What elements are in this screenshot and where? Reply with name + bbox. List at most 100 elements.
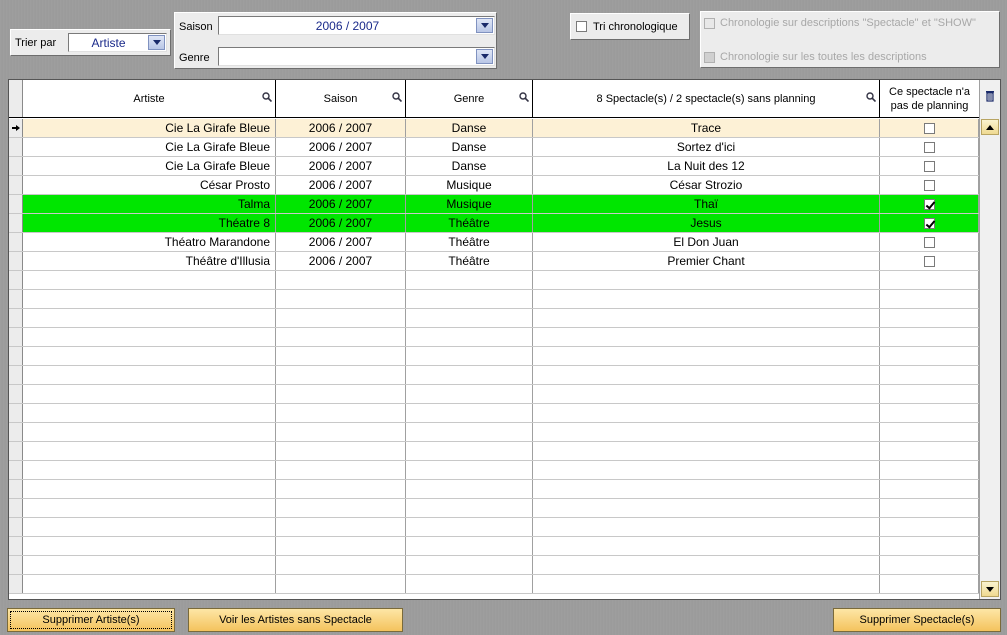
row-selector[interactable]	[9, 366, 23, 384]
cell-no-planning[interactable]	[880, 499, 979, 517]
cell-spectacle[interactable]: César Strozio	[533, 176, 880, 194]
cell-spectacle[interactable]	[533, 309, 880, 327]
cell-spectacle[interactable]	[533, 442, 880, 460]
table-row[interactable]	[9, 290, 979, 309]
cell-genre[interactable]: Théâtre	[406, 214, 533, 232]
cell-no-planning[interactable]	[880, 423, 979, 441]
cell-genre[interactable]	[406, 347, 533, 365]
cell-genre[interactable]: Danse	[406, 119, 533, 137]
cell-artiste[interactable]: Théatre 8	[23, 214, 276, 232]
table-row[interactable]	[9, 366, 979, 385]
cell-no-planning[interactable]	[880, 575, 979, 593]
cell-saison[interactable]	[276, 480, 406, 498]
row-selector[interactable]	[9, 233, 23, 251]
cell-genre[interactable]	[406, 366, 533, 384]
cell-spectacle[interactable]: El Don Juan	[533, 233, 880, 251]
cell-no-planning[interactable]	[880, 214, 979, 232]
row-selector[interactable]	[9, 271, 23, 289]
cell-artiste[interactable]: Théâtre d'Illusia	[23, 252, 276, 270]
table-row[interactable]	[9, 404, 979, 423]
cell-saison[interactable]: 2006 / 2007	[276, 195, 406, 213]
column-header-no-planning[interactable]: Ce spectacle n'a pas de planning	[880, 80, 979, 117]
cell-spectacle[interactable]: La Nuit des 12	[533, 157, 880, 175]
cell-no-planning[interactable]	[880, 537, 979, 555]
cell-spectacle[interactable]: Premier Chant	[533, 252, 880, 270]
table-row[interactable]	[9, 575, 979, 594]
cell-saison[interactable]	[276, 556, 406, 574]
cell-genre[interactable]	[406, 537, 533, 555]
table-row[interactable]	[9, 461, 979, 480]
cell-saison[interactable]	[276, 461, 406, 479]
cell-saison[interactable]: 2006 / 2007	[276, 157, 406, 175]
row-selector[interactable]	[9, 157, 23, 175]
cell-no-planning[interactable]	[880, 556, 979, 574]
magnifier-icon[interactable]	[519, 92, 529, 102]
scroll-up-button[interactable]	[981, 119, 999, 135]
cell-artiste[interactable]	[23, 347, 276, 365]
cell-spectacle[interactable]	[533, 575, 880, 593]
cell-saison[interactable]	[276, 309, 406, 327]
cell-no-planning[interactable]	[880, 119, 979, 137]
table-row[interactable]	[9, 271, 979, 290]
no-planning-checkbox[interactable]	[923, 217, 935, 229]
cell-saison[interactable]	[276, 271, 406, 289]
cell-no-planning[interactable]	[880, 176, 979, 194]
magnifier-icon[interactable]	[866, 92, 876, 102]
cell-saison[interactable]: 2006 / 2007	[276, 176, 406, 194]
cell-spectacle[interactable]	[533, 404, 880, 422]
table-row[interactable]: Cie La Girafe Bleue 2006 / 2007 Danse La Nu…	[9, 157, 979, 176]
row-selector[interactable]	[9, 119, 23, 137]
row-selector[interactable]	[9, 138, 23, 156]
cell-saison[interactable]: 2006 / 2007	[276, 214, 406, 232]
delete-artist-button[interactable]: Supprimer Artiste(s)	[7, 608, 175, 632]
cell-genre[interactable]	[406, 328, 533, 346]
cell-genre[interactable]: Théâtre	[406, 252, 533, 270]
row-selector[interactable]	[9, 499, 23, 517]
cell-artiste[interactable]	[23, 366, 276, 384]
table-row[interactable]	[9, 499, 979, 518]
cell-saison[interactable]: 2006 / 2007	[276, 119, 406, 137]
cell-no-planning[interactable]	[880, 157, 979, 175]
table-row[interactable]	[9, 442, 979, 461]
row-selector[interactable]	[9, 442, 23, 460]
cell-saison[interactable]	[276, 290, 406, 308]
table-row[interactable]	[9, 423, 979, 442]
cell-artiste[interactable]	[23, 537, 276, 555]
no-planning-checkbox[interactable]	[923, 236, 935, 248]
cell-spectacle[interactable]: Sortez d'ici	[533, 138, 880, 156]
cell-spectacle[interactable]	[533, 556, 880, 574]
table-row[interactable]	[9, 537, 979, 556]
cell-no-planning[interactable]	[880, 442, 979, 460]
table-row[interactable]: César Prosto 2006 / 2007 Musique César Stro…	[9, 176, 979, 195]
cell-no-planning[interactable]	[880, 366, 979, 384]
no-planning-checkbox[interactable]	[923, 179, 935, 191]
cell-spectacle[interactable]: Jesus	[533, 214, 880, 232]
genre-combo[interactable]	[218, 47, 495, 66]
chevron-down-icon[interactable]	[476, 18, 493, 33]
cell-artiste[interactable]	[23, 480, 276, 498]
cell-genre[interactable]	[406, 442, 533, 460]
cell-genre[interactable]: Théâtre	[406, 233, 533, 251]
cell-genre[interactable]	[406, 309, 533, 327]
cell-no-planning[interactable]	[880, 328, 979, 346]
cell-artiste[interactable]	[23, 328, 276, 346]
cell-spectacle[interactable]	[533, 385, 880, 403]
table-row[interactable]	[9, 328, 979, 347]
cell-spectacle[interactable]	[533, 271, 880, 289]
cell-saison[interactable]	[276, 537, 406, 555]
column-header-artiste[interactable]: Artiste	[23, 80, 276, 117]
cell-spectacle[interactable]: Thaï	[533, 195, 880, 213]
cell-artiste[interactable]: Cie La Girafe Bleue	[23, 138, 276, 156]
cell-no-planning[interactable]	[880, 233, 979, 251]
row-selector[interactable]	[9, 537, 23, 555]
row-selector[interactable]	[9, 575, 23, 593]
row-selector[interactable]	[9, 176, 23, 194]
cell-artiste[interactable]	[23, 423, 276, 441]
table-row[interactable]	[9, 309, 979, 328]
cell-saison[interactable]	[276, 499, 406, 517]
cell-spectacle[interactable]	[533, 328, 880, 346]
cell-spectacle[interactable]	[533, 499, 880, 517]
row-selector[interactable]	[9, 328, 23, 346]
chevron-down-icon[interactable]	[476, 49, 493, 64]
cell-genre[interactable]	[406, 461, 533, 479]
